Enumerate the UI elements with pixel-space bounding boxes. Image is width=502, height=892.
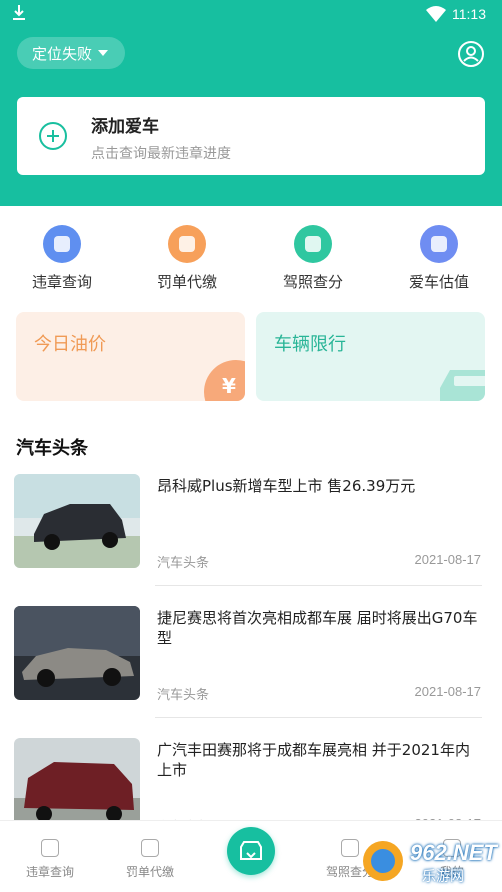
add-car-subtitle: 点击查询最新违章进度 <box>91 146 231 162</box>
caret-down-icon <box>98 50 109 56</box>
header: 11:13 定位失败 添加爱车 点击查询最新违章进度 <box>0 0 502 206</box>
watermark-logo-icon <box>363 841 403 881</box>
car-shield-icon <box>240 841 262 860</box>
quick-fine-payment[interactable]: 罚单代缴 <box>137 225 237 292</box>
news-thumbnail <box>14 606 140 700</box>
user-profile-icon[interactable] <box>457 40 485 68</box>
plus-icon <box>39 122 67 150</box>
divider <box>155 585 482 586</box>
wifi-icon <box>426 6 446 22</box>
quick-license-points[interactable]: 驾照查分 <box>263 225 363 292</box>
nav-label: 违章查询 <box>25 865 74 879</box>
location-selector[interactable]: 定位失败 <box>17 37 125 69</box>
news-item[interactable]: 昂科威Plus新增车型上市 售26.39万元 汽车头条 2021-08-17 <box>14 474 481 574</box>
download-icon <box>13 5 25 20</box>
news-thumbnail <box>14 738 140 832</box>
news-thumbnail <box>14 474 140 568</box>
watermark-sub: 乐游网 <box>422 869 464 885</box>
license-icon <box>294 225 332 263</box>
divider <box>155 717 482 718</box>
news-source: 汽车头条 <box>157 688 210 703</box>
quick-action-label: 罚单代缴 <box>156 273 217 291</box>
status-time: 11:13 <box>452 6 486 22</box>
valuation-icon <box>420 225 458 263</box>
oil-price-title: 今日油价 <box>34 334 106 355</box>
news-headline: 昂科威Plus新增车型上市 售26.39万元 <box>157 477 416 495</box>
news-date: 2021-08-17 <box>414 552 482 567</box>
location-label: 定位失败 <box>32 44 93 63</box>
fine-icon <box>168 225 206 263</box>
quick-violation-query[interactable]: 违章查询 <box>12 225 112 292</box>
nav-label: 罚单代缴 <box>125 865 174 879</box>
car-icon <box>440 370 485 401</box>
fine-icon <box>141 839 159 857</box>
yuan-icon: ¥ <box>204 360 245 401</box>
watermark: 962.NET 乐游网 <box>360 838 498 886</box>
license-icon <box>341 839 359 857</box>
add-car-card[interactable]: 添加爱车 点击查询最新违章进度 <box>17 97 485 175</box>
oil-price-card[interactable]: 今日油价 ¥ <box>16 312 245 401</box>
news-headline: 广汽丰田赛那将于成都车展亮相 并于2021年内上市 <box>157 741 470 779</box>
quick-action-label: 驾照查分 <box>282 273 343 291</box>
news-source: 汽车头条 <box>157 556 210 571</box>
add-car-title: 添加爱车 <box>91 117 159 137</box>
traffic-restriction-title: 车辆限行 <box>274 334 346 355</box>
traffic-restriction-card[interactable]: 车辆限行 <box>256 312 485 401</box>
news-date: 2021-08-17 <box>414 684 482 699</box>
news-item[interactable]: 捷尼赛思将首次亮相成都车展 届时将展出G70车型 汽车头条 2021-08-17 <box>14 606 481 706</box>
news-headline: 捷尼赛思将首次亮相成都车展 届时将展出G70车型 <box>157 609 478 647</box>
status-bar: 11:13 <box>0 0 502 30</box>
quick-action-label: 违章查询 <box>31 273 92 291</box>
nav-car-button[interactable] <box>227 827 275 875</box>
violation-icon <box>43 225 81 263</box>
nav-violation-query[interactable]: 违章查询 <box>10 839 90 880</box>
quick-action-label: 爱车估值 <box>408 273 469 291</box>
nav-fine-payment[interactable]: 罚单代缴 <box>110 839 190 880</box>
violation-icon <box>41 839 59 857</box>
watermark-text: 962.NET <box>410 840 497 865</box>
news-section-title: 汽车头条 <box>16 438 88 459</box>
quick-car-valuation[interactable]: 爱车估值 <box>389 225 489 292</box>
